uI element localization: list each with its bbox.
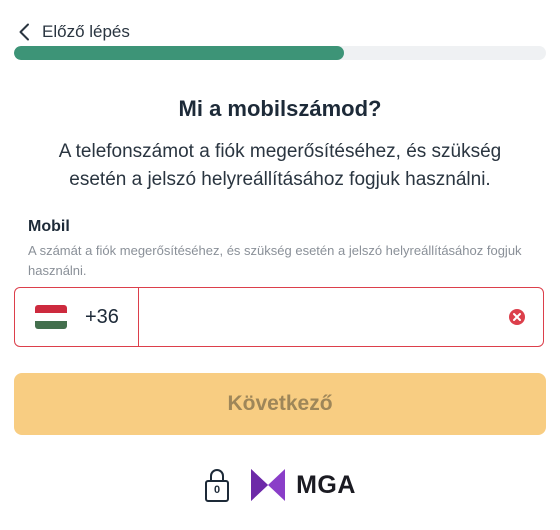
hungary-flag-icon [35,305,67,329]
progress-fill [14,46,344,60]
footer: 0 MGA [0,466,560,504]
mobile-field-label: Mobil [28,218,70,235]
age-limit-text: 0 [214,484,221,496]
age-limit-badge: 0 [204,467,230,503]
next-button[interactable]: Következő [14,373,546,435]
mga-logo-icon [251,469,286,501]
mobile-field-help: A számát a fiók megerősítéséhez, és szük… [28,243,522,278]
clear-circle-icon [509,309,525,325]
progress-bar [14,46,546,60]
back-button[interactable]: Előző lépés [18,18,130,46]
page-title: Mi a mobilszámod? [178,96,382,121]
mga-logo-text: MGA [296,470,356,499]
dial-code: +36 [85,305,119,328]
clear-input-button[interactable] [491,288,543,346]
phone-input-group: +36 [14,287,544,347]
page-subtitle: A telefonszámot a fiók megerősítéséhez, … [58,141,502,190]
country-code-selector[interactable]: +36 [15,288,139,346]
mga-logo: MGA [250,468,356,502]
mobile-number-input[interactable] [139,288,491,346]
back-label: Előző lépés [42,22,130,41]
chevron-left-icon [19,23,29,41]
